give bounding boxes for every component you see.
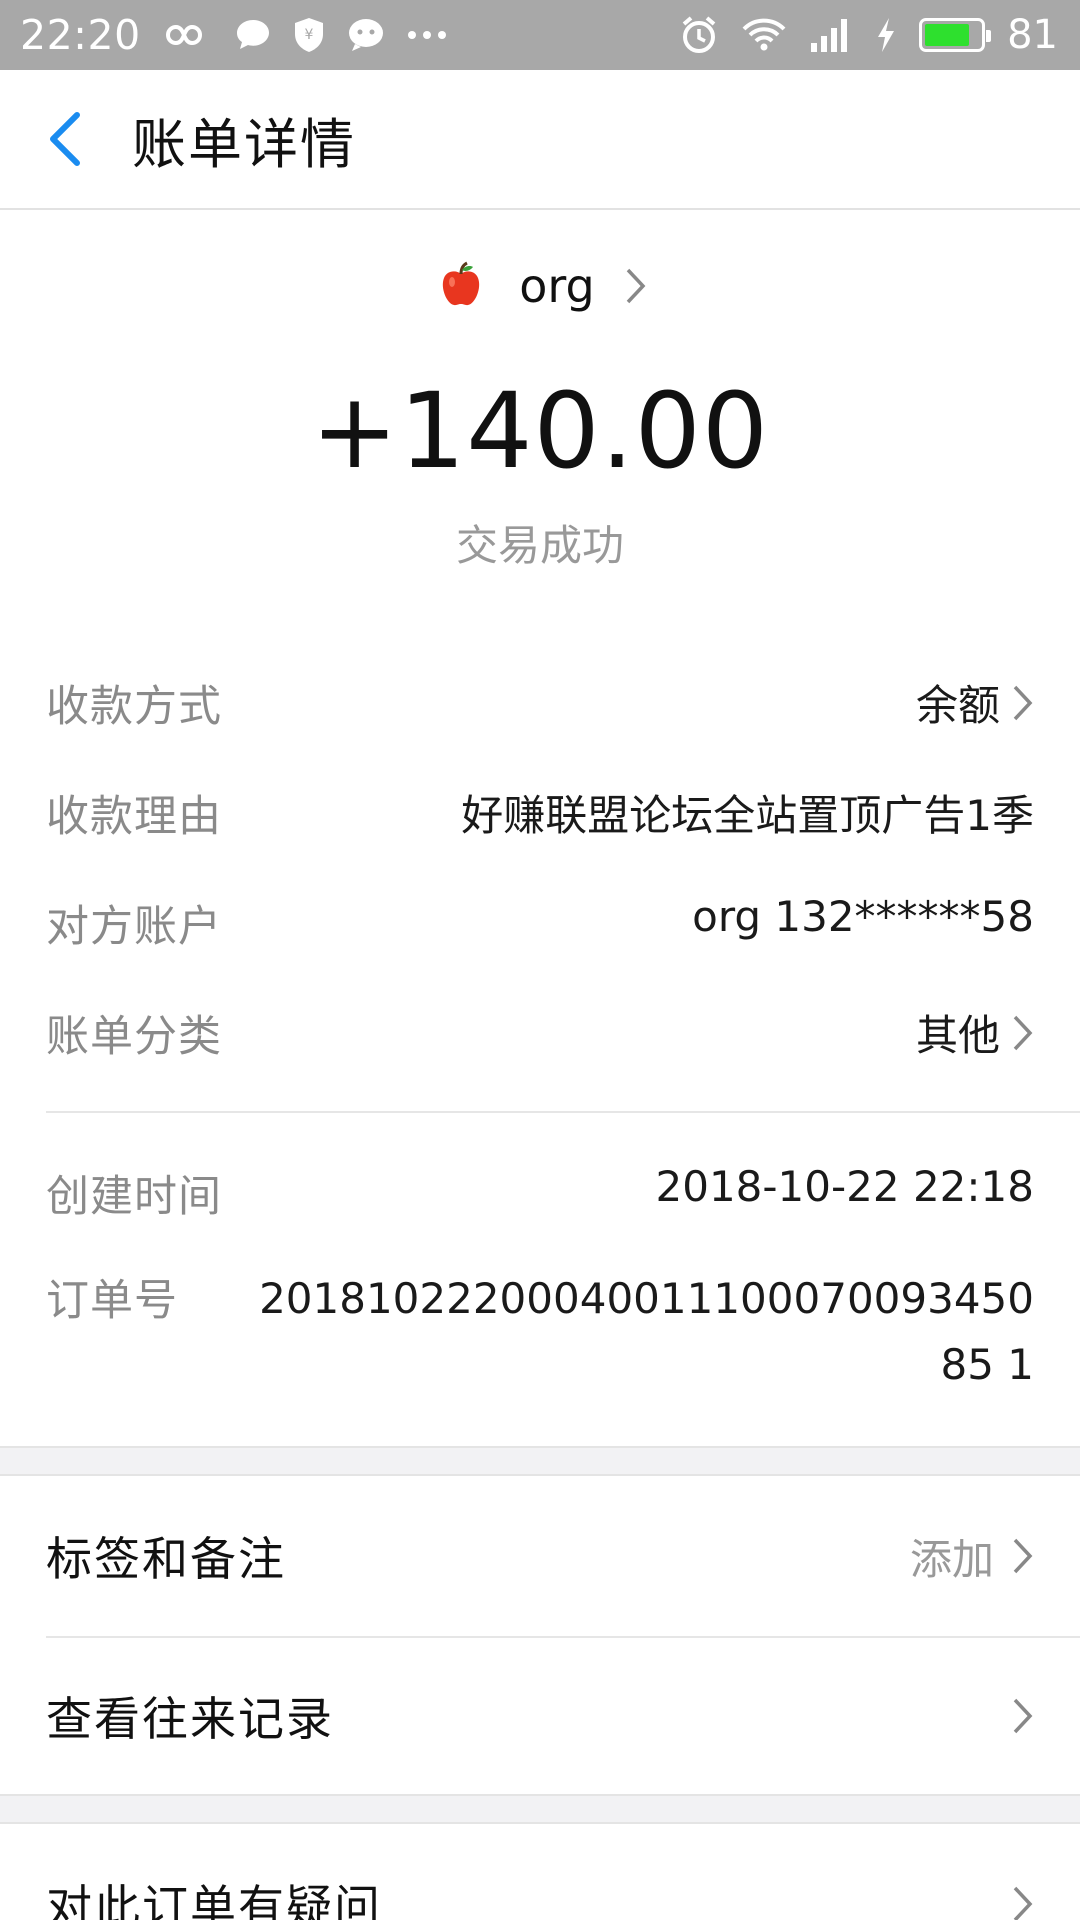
action-label: 对此订单有疑问	[46, 1880, 382, 1920]
back-arrow-icon	[50, 112, 80, 166]
alarm-icon	[679, 15, 719, 55]
more-icon	[407, 30, 447, 40]
detail-label: 账单分类	[46, 1012, 222, 1062]
order-question-row[interactable]: 对此订单有疑问	[46, 1824, 1034, 1920]
tags-notes-row[interactable]: 标签和备注 添加	[46, 1476, 1034, 1636]
detail-row-order-number: 订单号 2018102220004001110007009345085 1	[46, 1266, 1034, 1398]
detail-label: 对方账户	[46, 902, 222, 952]
transaction-amount: +140.00	[310, 370, 770, 492]
detail-value: 其他	[915, 1011, 1000, 1060]
shield-yen-icon: ¥	[293, 17, 325, 53]
title-bar: 账单详情	[0, 70, 1080, 210]
merchant-link[interactable]: org	[0, 258, 1080, 314]
merchant-name: org	[519, 259, 595, 313]
page-title: 账单详情	[132, 112, 356, 176]
chevron-right-icon	[625, 267, 647, 305]
detail-label: 订单号	[46, 1276, 178, 1326]
detail-value: 2018-10-22 22:18	[655, 1162, 1034, 1211]
message-icon	[347, 18, 385, 52]
apple-avatar-icon	[433, 258, 489, 314]
chevron-right-icon	[1012, 1697, 1034, 1735]
view-history-row[interactable]: 查看往来记录	[46, 1636, 1034, 1796]
add-link[interactable]: 添加	[910, 1526, 994, 1587]
action-label: 查看往来记录	[46, 1692, 334, 1746]
chevron-right-icon	[1012, 1014, 1034, 1052]
detail-row-payment-method[interactable]: 收款方式 余额	[46, 672, 1034, 734]
wifi-icon	[741, 17, 787, 53]
detail-row-account: 对方账户 org 132******58	[46, 892, 1034, 954]
detail-value: 2018102220004001110007009345085 1	[259, 1274, 1034, 1389]
detail-value: 好赚联盟论坛全站置顶广告1季	[461, 791, 1034, 840]
chevron-right-icon	[1012, 1537, 1034, 1575]
battery-level	[925, 24, 969, 46]
chevron-right-icon	[1012, 684, 1034, 722]
battery-percent: 81	[1007, 12, 1058, 58]
charging-icon	[875, 17, 897, 53]
infinity-icon	[163, 20, 213, 50]
section-separator	[0, 1446, 1080, 1476]
svg-text:¥: ¥	[304, 27, 313, 43]
divider	[46, 1111, 1080, 1113]
chat-bubble-icon	[235, 18, 271, 52]
action-label: 标签和备注	[46, 1532, 286, 1586]
chevron-right-icon	[1012, 1885, 1034, 1920]
detail-row-category[interactable]: 账单分类 其他	[46, 1002, 1034, 1064]
detail-row-created-time: 创建时间 2018-10-22 22:18	[46, 1162, 1034, 1224]
detail-label: 收款理由	[46, 792, 222, 842]
detail-row-reason: 收款理由 好赚联盟论坛全站置顶广告1季	[46, 782, 1034, 844]
section-separator	[0, 1794, 1080, 1824]
status-time: 22:20	[20, 11, 141, 59]
transaction-status: 交易成功	[455, 521, 624, 570]
signal-icon	[809, 17, 853, 53]
status-bar: 22:20 ¥ 81	[0, 0, 1080, 70]
back-button[interactable]	[0, 69, 130, 209]
battery-icon	[919, 18, 992, 52]
detail-value: 余额	[915, 681, 1000, 730]
detail-label: 创建时间	[46, 1172, 222, 1222]
detail-label: 收款方式	[46, 682, 222, 732]
detail-value: org 132******58	[692, 892, 1034, 941]
